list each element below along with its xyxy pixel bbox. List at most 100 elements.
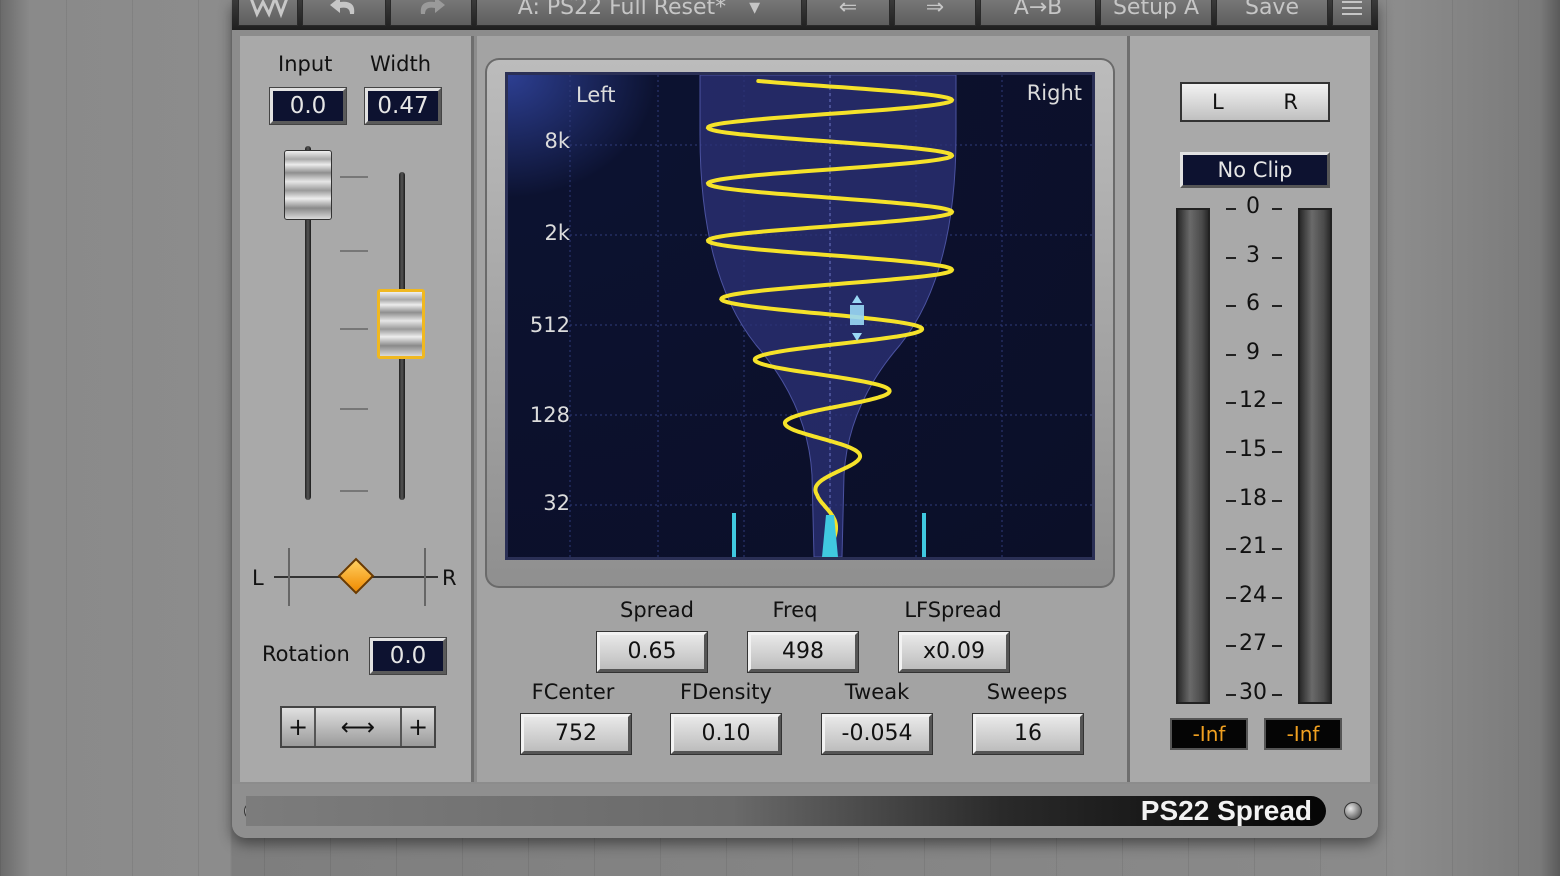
meter-scale-dash (1272, 499, 1282, 502)
spread-value-field[interactable]: 0.65 (596, 631, 708, 673)
freq-label: Freq (772, 598, 818, 622)
meter-scale-dash (1226, 451, 1236, 453)
left-level-meter (1176, 208, 1210, 704)
meter-scale-dash (1272, 451, 1282, 453)
waves-logo-icon[interactable] (238, 0, 298, 26)
meter-scale-dash (1272, 694, 1282, 696)
redo-icon (420, 0, 445, 14)
lr-left-label: L (1212, 90, 1224, 114)
display-bezel: Left Right 8k 2k 512 128 32 (485, 58, 1115, 588)
tweak-value-field[interactable]: -0.054 (821, 713, 933, 755)
meter-scale-dash (1272, 305, 1282, 308)
balance-right-label: R (442, 566, 457, 590)
input-label: Input (278, 52, 333, 76)
lr-right-label: R (1283, 90, 1298, 114)
meter-scale-dash (1226, 305, 1236, 308)
save-button[interactable]: Save (1216, 0, 1328, 26)
undo-icon (330, 0, 355, 14)
clip-indicator[interactable]: No Clip (1180, 152, 1330, 188)
meter-scale-dash (1272, 596, 1282, 599)
meter-scale-dash (1272, 208, 1282, 210)
center-panel: Left Right 8k 2k 512 128 32 Spread Freq … (477, 36, 1127, 782)
fdensity-value-field[interactable]: 0.10 (670, 713, 782, 755)
rotation-stepper[interactable]: + ⟷ + (280, 706, 436, 748)
sweeps-label: Sweeps (986, 680, 1068, 704)
plugin-window: A: PS22 Full Reset* ▾ ⇐ ⇒ A→B Setup A Sa… (232, 0, 1378, 838)
stepper-decrement-button[interactable]: + (282, 708, 316, 746)
output-meter-panel: L R No Clip 0 3 6 9 12 15 18 21 24 27 30 -Inf -Inf (1127, 36, 1370, 782)
right-channel-label: Right (1026, 81, 1082, 105)
product-name: PS22 Spread (1140, 795, 1312, 826)
meter-scale-label: 21 (1239, 534, 1267, 560)
meter-scale-label: 3 (1246, 242, 1260, 268)
meter-scale-label: 15 (1239, 437, 1267, 462)
fdensity-label: FDensity (680, 680, 772, 704)
meter-scale-label: 18 (1239, 485, 1267, 511)
meter-scale-dash (1226, 353, 1236, 356)
stepper-increment-button[interactable]: + (400, 708, 434, 746)
freq-label-32: 32 (543, 491, 570, 515)
meter-scale-label: 27 (1239, 631, 1267, 657)
meter-scale-label: 6 (1246, 291, 1260, 317)
balance-tick (288, 548, 290, 606)
input-value-field[interactable]: 0.0 (269, 87, 347, 125)
rotation-value-field[interactable]: 0.0 (369, 637, 447, 675)
lfspread-value-field[interactable]: x0.09 (898, 631, 1010, 673)
compare-ab-button[interactable]: A→B (980, 0, 1096, 26)
fader-tick (340, 408, 368, 410)
nameplate: PS22 Spread (246, 796, 1326, 826)
meter-scale-dash (1272, 256, 1282, 259)
previous-preset-button[interactable]: ⇐ (806, 0, 890, 26)
redo-button[interactable] (390, 0, 472, 26)
meter-scale-dash (1272, 353, 1282, 356)
meter-scale-label: 9 (1246, 339, 1260, 365)
undo-button[interactable] (302, 0, 386, 26)
right-peak-readout[interactable]: -Inf (1264, 718, 1342, 750)
meter-scale-dash (1226, 208, 1236, 210)
fader-tick (340, 176, 368, 178)
setup-button[interactable]: Setup A (1100, 0, 1212, 26)
fcenter-value-field[interactable]: 752 (520, 713, 632, 755)
width-fader-handle[interactable] (377, 288, 425, 359)
meter-scale-label: 0 (1246, 194, 1260, 219)
freq-label-512: 512 (529, 313, 570, 337)
meter-scale-dash (1272, 645, 1282, 648)
freq-label-8k: 8k (544, 129, 570, 153)
preset-selector[interactable]: A: PS22 Full Reset* ▾ (476, 0, 802, 26)
menu-button[interactable] (1332, 0, 1372, 26)
fader-tick (340, 490, 368, 492)
balance-handle[interactable] (337, 557, 375, 595)
width-label: Width (370, 52, 432, 76)
meter-scale-dash (1226, 548, 1236, 551)
meter-scale-dash (1272, 548, 1282, 551)
meter-scale-dash (1226, 402, 1236, 405)
spread-graph (569, 75, 1092, 557)
lr-swap-button[interactable]: L R (1180, 82, 1330, 122)
width-value-field[interactable]: 0.47 (364, 87, 442, 125)
spread-display[interactable]: Left Right 8k 2k 512 128 32 (505, 72, 1095, 560)
meter-scale-dash (1226, 645, 1236, 648)
preset-name: A: PS22 Full Reset* (517, 0, 727, 20)
input-fader-handle[interactable] (284, 150, 332, 221)
sweeps-value-field[interactable]: 16 (972, 713, 1084, 755)
fcenter-label: FCenter (531, 680, 615, 704)
left-peak-readout[interactable]: -Inf (1170, 718, 1248, 750)
right-level-meter (1298, 208, 1332, 704)
left-channel-label: Left (576, 83, 616, 107)
fader-tick (340, 328, 368, 330)
meter-scale-dash (1226, 256, 1236, 259)
balance-left-label: L (252, 566, 264, 590)
meter-scale-dash (1226, 596, 1236, 599)
right-channel-marker (922, 513, 926, 557)
balance-tick (424, 548, 426, 606)
next-preset-button[interactable]: ⇒ (894, 0, 976, 26)
chevron-down-icon: ▾ (749, 0, 761, 20)
left-channel-marker (732, 513, 736, 557)
screw-icon (1344, 802, 1362, 820)
freq-label-128: 128 (529, 403, 570, 427)
rotation-label: Rotation (262, 642, 350, 666)
meter-scale-dash (1226, 499, 1236, 502)
freq-label-2k: 2k (544, 221, 570, 245)
meter-scale-label: 30 (1239, 680, 1267, 705)
freq-value-field[interactable]: 498 (747, 631, 859, 673)
